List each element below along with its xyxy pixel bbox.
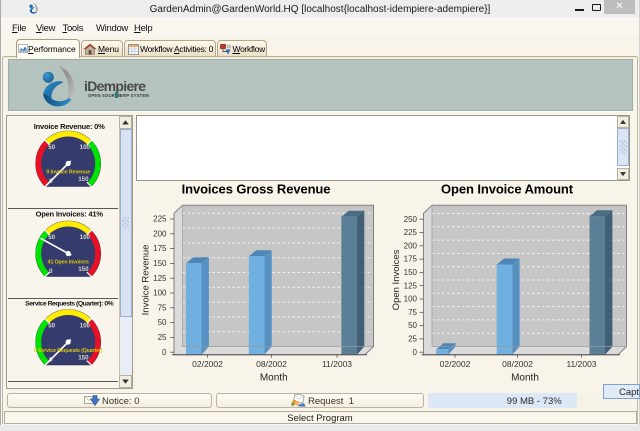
- svg-text:Open Invoice Amount: Open Invoice Amount: [441, 182, 574, 197]
- svg-text:150: 150: [153, 259, 167, 268]
- svg-text:100: 100: [80, 323, 91, 330]
- svg-text:100: 100: [80, 234, 91, 241]
- svg-text:200: 200: [153, 229, 167, 238]
- svg-text:175: 175: [153, 244, 167, 253]
- svg-text:02/2002: 02/2002: [192, 359, 223, 369]
- svg-text:150: 150: [78, 176, 89, 183]
- svg-text:Service Requests (Quarter): 0%: Service Requests (Quarter): 0%: [25, 301, 114, 308]
- svg-text:75: 75: [158, 303, 167, 312]
- svg-text:100: 100: [80, 144, 91, 151]
- svg-text:08/2002: 08/2002: [256, 359, 287, 369]
- svg-text:11/2003: 11/2003: [322, 359, 352, 369]
- svg-text:0: 0: [162, 348, 167, 357]
- svg-text:Open Invoices: Open Invoices: [391, 249, 402, 310]
- svg-text:200: 200: [404, 241, 418, 250]
- svg-text:0: 0: [49, 268, 53, 275]
- svg-text:125: 125: [404, 281, 418, 290]
- svg-text:11/2003: 11/2003: [566, 359, 596, 369]
- svg-text:0: 0: [413, 348, 418, 357]
- svg-text:0 Service Requests (Quarter): 0 Service Requests (Quarter): [34, 348, 103, 354]
- svg-text:225: 225: [153, 215, 167, 224]
- svg-text:25: 25: [158, 333, 167, 342]
- svg-text:Invoices Gross Revenue: Invoices Gross Revenue: [182, 182, 331, 197]
- svg-text:50: 50: [48, 323, 55, 330]
- svg-text:Month: Month: [260, 373, 288, 384]
- svg-text:150: 150: [78, 265, 89, 272]
- svg-text:50: 50: [48, 144, 55, 151]
- svg-text:50: 50: [48, 234, 55, 241]
- svg-text:250: 250: [404, 215, 418, 224]
- svg-text:100: 100: [404, 295, 418, 304]
- svg-text:100: 100: [153, 289, 167, 298]
- svg-text:50: 50: [408, 321, 417, 330]
- svg-text:175: 175: [404, 255, 418, 264]
- svg-text:Month: Month: [511, 373, 539, 384]
- svg-text:50: 50: [158, 318, 167, 327]
- svg-text:08/2002: 08/2002: [502, 359, 533, 369]
- svg-text:Open Invoices: 41%: Open Invoices: 41%: [36, 209, 104, 218]
- svg-text:0 Invoice Revenue: 0 Invoice Revenue: [46, 170, 90, 176]
- svg-text:125: 125: [153, 274, 167, 283]
- svg-text:225: 225: [404, 228, 418, 237]
- svg-text:Invoice Revenue: Invoice Revenue: [141, 245, 152, 316]
- svg-text:150: 150: [404, 268, 418, 277]
- svg-text:Invoice Revenue: 0%: Invoice Revenue: 0%: [34, 122, 105, 131]
- svg-text:75: 75: [408, 308, 417, 317]
- svg-text:02/2002: 02/2002: [440, 359, 471, 369]
- svg-text:41 Open Invoices: 41 Open Invoices: [48, 259, 89, 265]
- svg-text:25: 25: [408, 335, 417, 344]
- svg-text:150: 150: [78, 354, 89, 361]
